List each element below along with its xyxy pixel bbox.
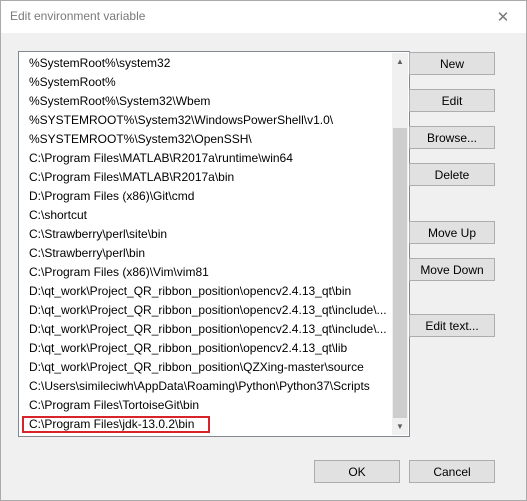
- path-text: C:\Strawberry\perl\bin: [29, 246, 146, 260]
- title-bar: Edit environment variable ✕: [1, 1, 526, 33]
- path-list-item[interactable]: C:\Program Files\MATLAB\R2017a\runtime\w…: [20, 149, 393, 168]
- scroll-down-icon[interactable]: ▼: [392, 418, 408, 435]
- path-text: D:\qt_work\Project_QR_ribbon_position\op…: [29, 341, 348, 355]
- path-list-item[interactable]: C:\Program Files\MATLAB\R2017a\bin: [20, 168, 393, 187]
- path-text: C:\Program Files\MATLAB\R2017a\runtime\w…: [29, 151, 293, 165]
- path-text: D:\qt_work\Project_QR_ribbon_position\op…: [29, 322, 387, 336]
- path-list-item[interactable]: %SystemRoot%\System32\Wbem: [20, 92, 393, 111]
- path-list-item[interactable]: D:\qt_work\Project_QR_ribbon_position\op…: [20, 339, 393, 358]
- path-text: D:\qt_work\Project_QR_ribbon_position\QZ…: [29, 360, 364, 374]
- vertical-scrollbar[interactable]: ▲ ▼: [392, 53, 408, 435]
- path-text: D:\qt_work\Project_QR_ribbon_position\op…: [29, 303, 387, 317]
- edit-env-var-dialog: Edit environment variable ✕ %SystemRoot%…: [0, 0, 527, 501]
- path-list-item[interactable]: D:\qt_work\Project_QR_ribbon_position\op…: [20, 320, 393, 339]
- close-icon: ✕: [496, 8, 510, 26]
- path-list-item[interactable]: C:\Program Files\TortoiseGit\bin: [20, 396, 393, 415]
- path-text: C:\Program Files (x86)\Vim\vim81: [29, 265, 209, 279]
- close-button[interactable]: ✕: [480, 1, 526, 32]
- path-text: C:\Program Files\MATLAB\R2017a\bin: [29, 170, 235, 184]
- ok-button[interactable]: OK: [314, 460, 400, 483]
- move-down-button[interactable]: Move Down: [409, 258, 495, 281]
- path-text: C:\Program Files\jdk-13.0.2\bin: [29, 417, 195, 431]
- path-list-item[interactable]: C:\shortcut: [20, 206, 393, 225]
- cancel-button[interactable]: Cancel: [409, 460, 495, 483]
- new-button[interactable]: New: [409, 52, 495, 75]
- scroll-thumb[interactable]: [393, 128, 407, 418]
- scroll-up-icon[interactable]: ▲: [392, 53, 408, 70]
- path-list-item[interactable]: C:\Users\simileciwh\AppData\Roaming\Pyth…: [20, 377, 393, 396]
- move-up-button[interactable]: Move Up: [409, 221, 495, 244]
- path-list-item[interactable]: %SYSTEMROOT%\System32\OpenSSH\: [20, 130, 393, 149]
- path-list-item[interactable]: D:\qt_work\Project_QR_ribbon_position\QZ…: [20, 358, 393, 377]
- path-list-item[interactable]: D:\Program Files (x86)\Git\cmd: [20, 187, 393, 206]
- edit-button[interactable]: Edit: [409, 89, 495, 112]
- path-list-item[interactable]: D:\qt_work\Project_QR_ribbon_position\op…: [20, 282, 393, 301]
- edit-text-button[interactable]: Edit text...: [409, 314, 495, 337]
- path-text: %SystemRoot%\System32\Wbem: [29, 94, 211, 108]
- path-list-item[interactable]: C:\Strawberry\perl\bin: [20, 244, 393, 263]
- path-list: %SystemRoot%\system32 %SystemRoot% %System…: [20, 54, 393, 434]
- path-text: C:\shortcut: [29, 208, 88, 222]
- path-list-item[interactable]: C:\Program Files (x86)\Vim\vim81: [20, 263, 393, 282]
- dialog-title: Edit environment variable: [10, 9, 146, 23]
- path-list-item[interactable]: %SYSTEMROOT%\System32\WindowsPowerShell\…: [20, 111, 393, 130]
- path-listbox[interactable]: %SystemRoot%\system32 %SystemRoot% %System…: [18, 51, 410, 437]
- browse-button[interactable]: Browse...: [409, 126, 495, 149]
- path-text: %SystemRoot%: [29, 75, 116, 89]
- path-text: %SYSTEMROOT%\System32\WindowsPowerShell\…: [29, 113, 334, 127]
- path-text: C:\Users\simileciwh\AppData\Roaming\Pyth…: [29, 379, 370, 393]
- path-text: D:\Program Files (x86)\Git\cmd: [29, 189, 195, 203]
- path-text: %SYSTEMROOT%\System32\OpenSSH\: [29, 132, 252, 146]
- path-list-item[interactable]: C:\Program Files\jdk-13.0.2\bin: [20, 415, 393, 434]
- delete-button[interactable]: Delete: [409, 163, 495, 186]
- path-text: C:\Strawberry\perl\site\bin: [29, 227, 168, 241]
- path-text: %SystemRoot%\system32: [29, 56, 171, 70]
- path-text: D:\qt_work\Project_QR_ribbon_position\op…: [29, 284, 352, 298]
- path-list-item[interactable]: %SystemRoot%: [20, 73, 393, 92]
- path-text: C:\Program Files\TortoiseGit\bin: [29, 398, 200, 412]
- path-list-item[interactable]: D:\qt_work\Project_QR_ribbon_position\op…: [20, 301, 393, 320]
- path-list-item[interactable]: C:\Strawberry\perl\site\bin: [20, 225, 393, 244]
- path-list-item[interactable]: %SystemRoot%\system32: [20, 54, 393, 73]
